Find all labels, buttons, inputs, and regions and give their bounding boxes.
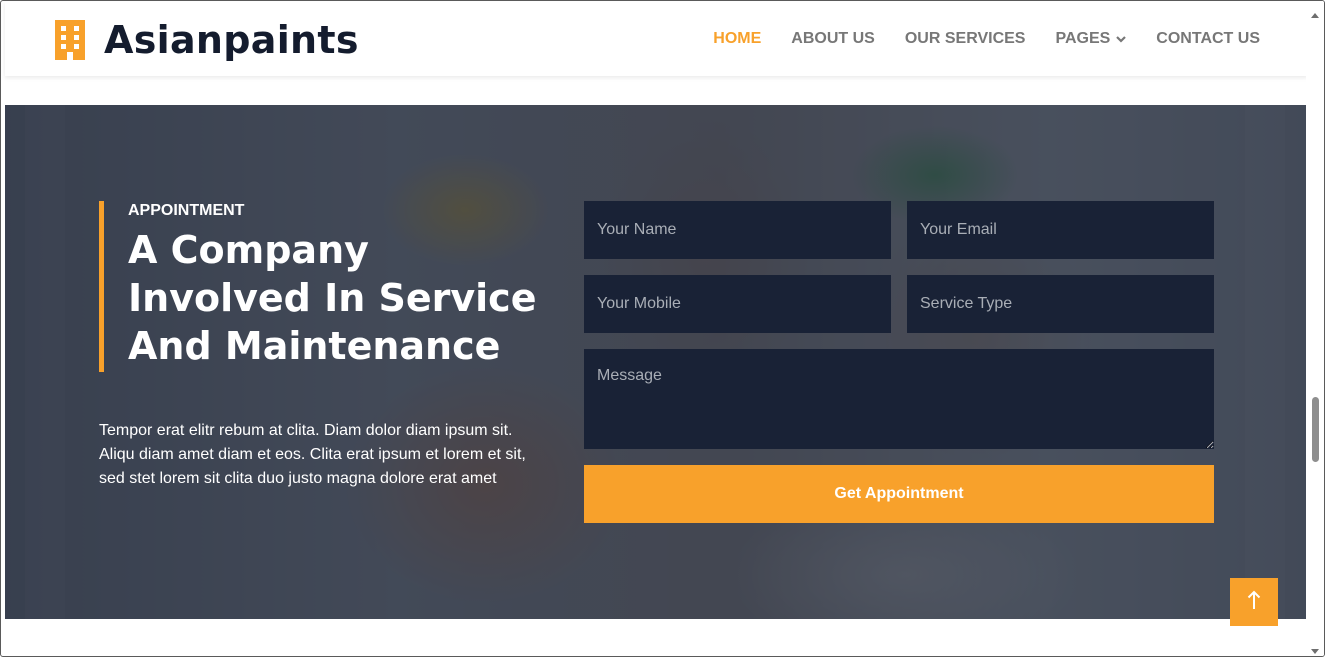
section-headline: A Company Involved In Service And Mainte…	[128, 228, 537, 368]
nav-item-home[interactable]: HOME	[713, 30, 761, 48]
email-input[interactable]	[907, 201, 1214, 259]
arrow-up-icon	[1247, 590, 1261, 615]
building-icon	[53, 20, 87, 60]
get-appointment-button[interactable]: Get Appointment	[584, 465, 1214, 523]
navbar: Asianpaints HOME ABOUT US OUR SERVICES P…	[5, 2, 1308, 76]
nav-item-contact-us[interactable]: CONTACT US	[1156, 30, 1260, 48]
browser-viewport: Asianpaints HOME ABOUT US OUR SERVICES P…	[0, 0, 1325, 657]
nav-item-about-us[interactable]: ABOUT US	[791, 30, 875, 48]
main-nav: HOME ABOUT US OUR SERVICES PAGES CONTACT…	[683, 2, 1260, 76]
section-description: Tempor erat elitr rebum at clita. Diam d…	[99, 422, 526, 487]
back-to-top-button[interactable]	[1230, 578, 1278, 626]
nav-item-pages-label: PAGES	[1055, 30, 1111, 47]
chevron-down-icon	[1116, 30, 1127, 48]
section-title-block: APPOINTMENT A Company Involved In Servic…	[99, 201, 548, 372]
mobile-input[interactable]	[584, 275, 891, 333]
nav-item-pages[interactable]: PAGES	[1055, 30, 1127, 48]
scrollbar-thumb[interactable]	[1312, 397, 1319, 462]
scroll-down-arrow-icon[interactable]	[1311, 642, 1319, 654]
section-subtitle: APPOINTMENT	[128, 202, 245, 219]
appointment-section: APPOINTMENT A Company Involved In Servic…	[5, 105, 1308, 619]
brand-logo-link[interactable]: Asianpaints	[53, 16, 359, 64]
service-type-input[interactable]	[907, 275, 1214, 333]
name-input[interactable]	[584, 201, 891, 259]
message-textarea[interactable]	[584, 349, 1214, 449]
page-scrollbar[interactable]	[1306, 1, 1324, 656]
brand-name: Asianpaints	[104, 18, 359, 62]
nav-item-our-services[interactable]: OUR SERVICES	[905, 30, 1026, 48]
scroll-up-arrow-icon[interactable]	[1311, 7, 1319, 18]
